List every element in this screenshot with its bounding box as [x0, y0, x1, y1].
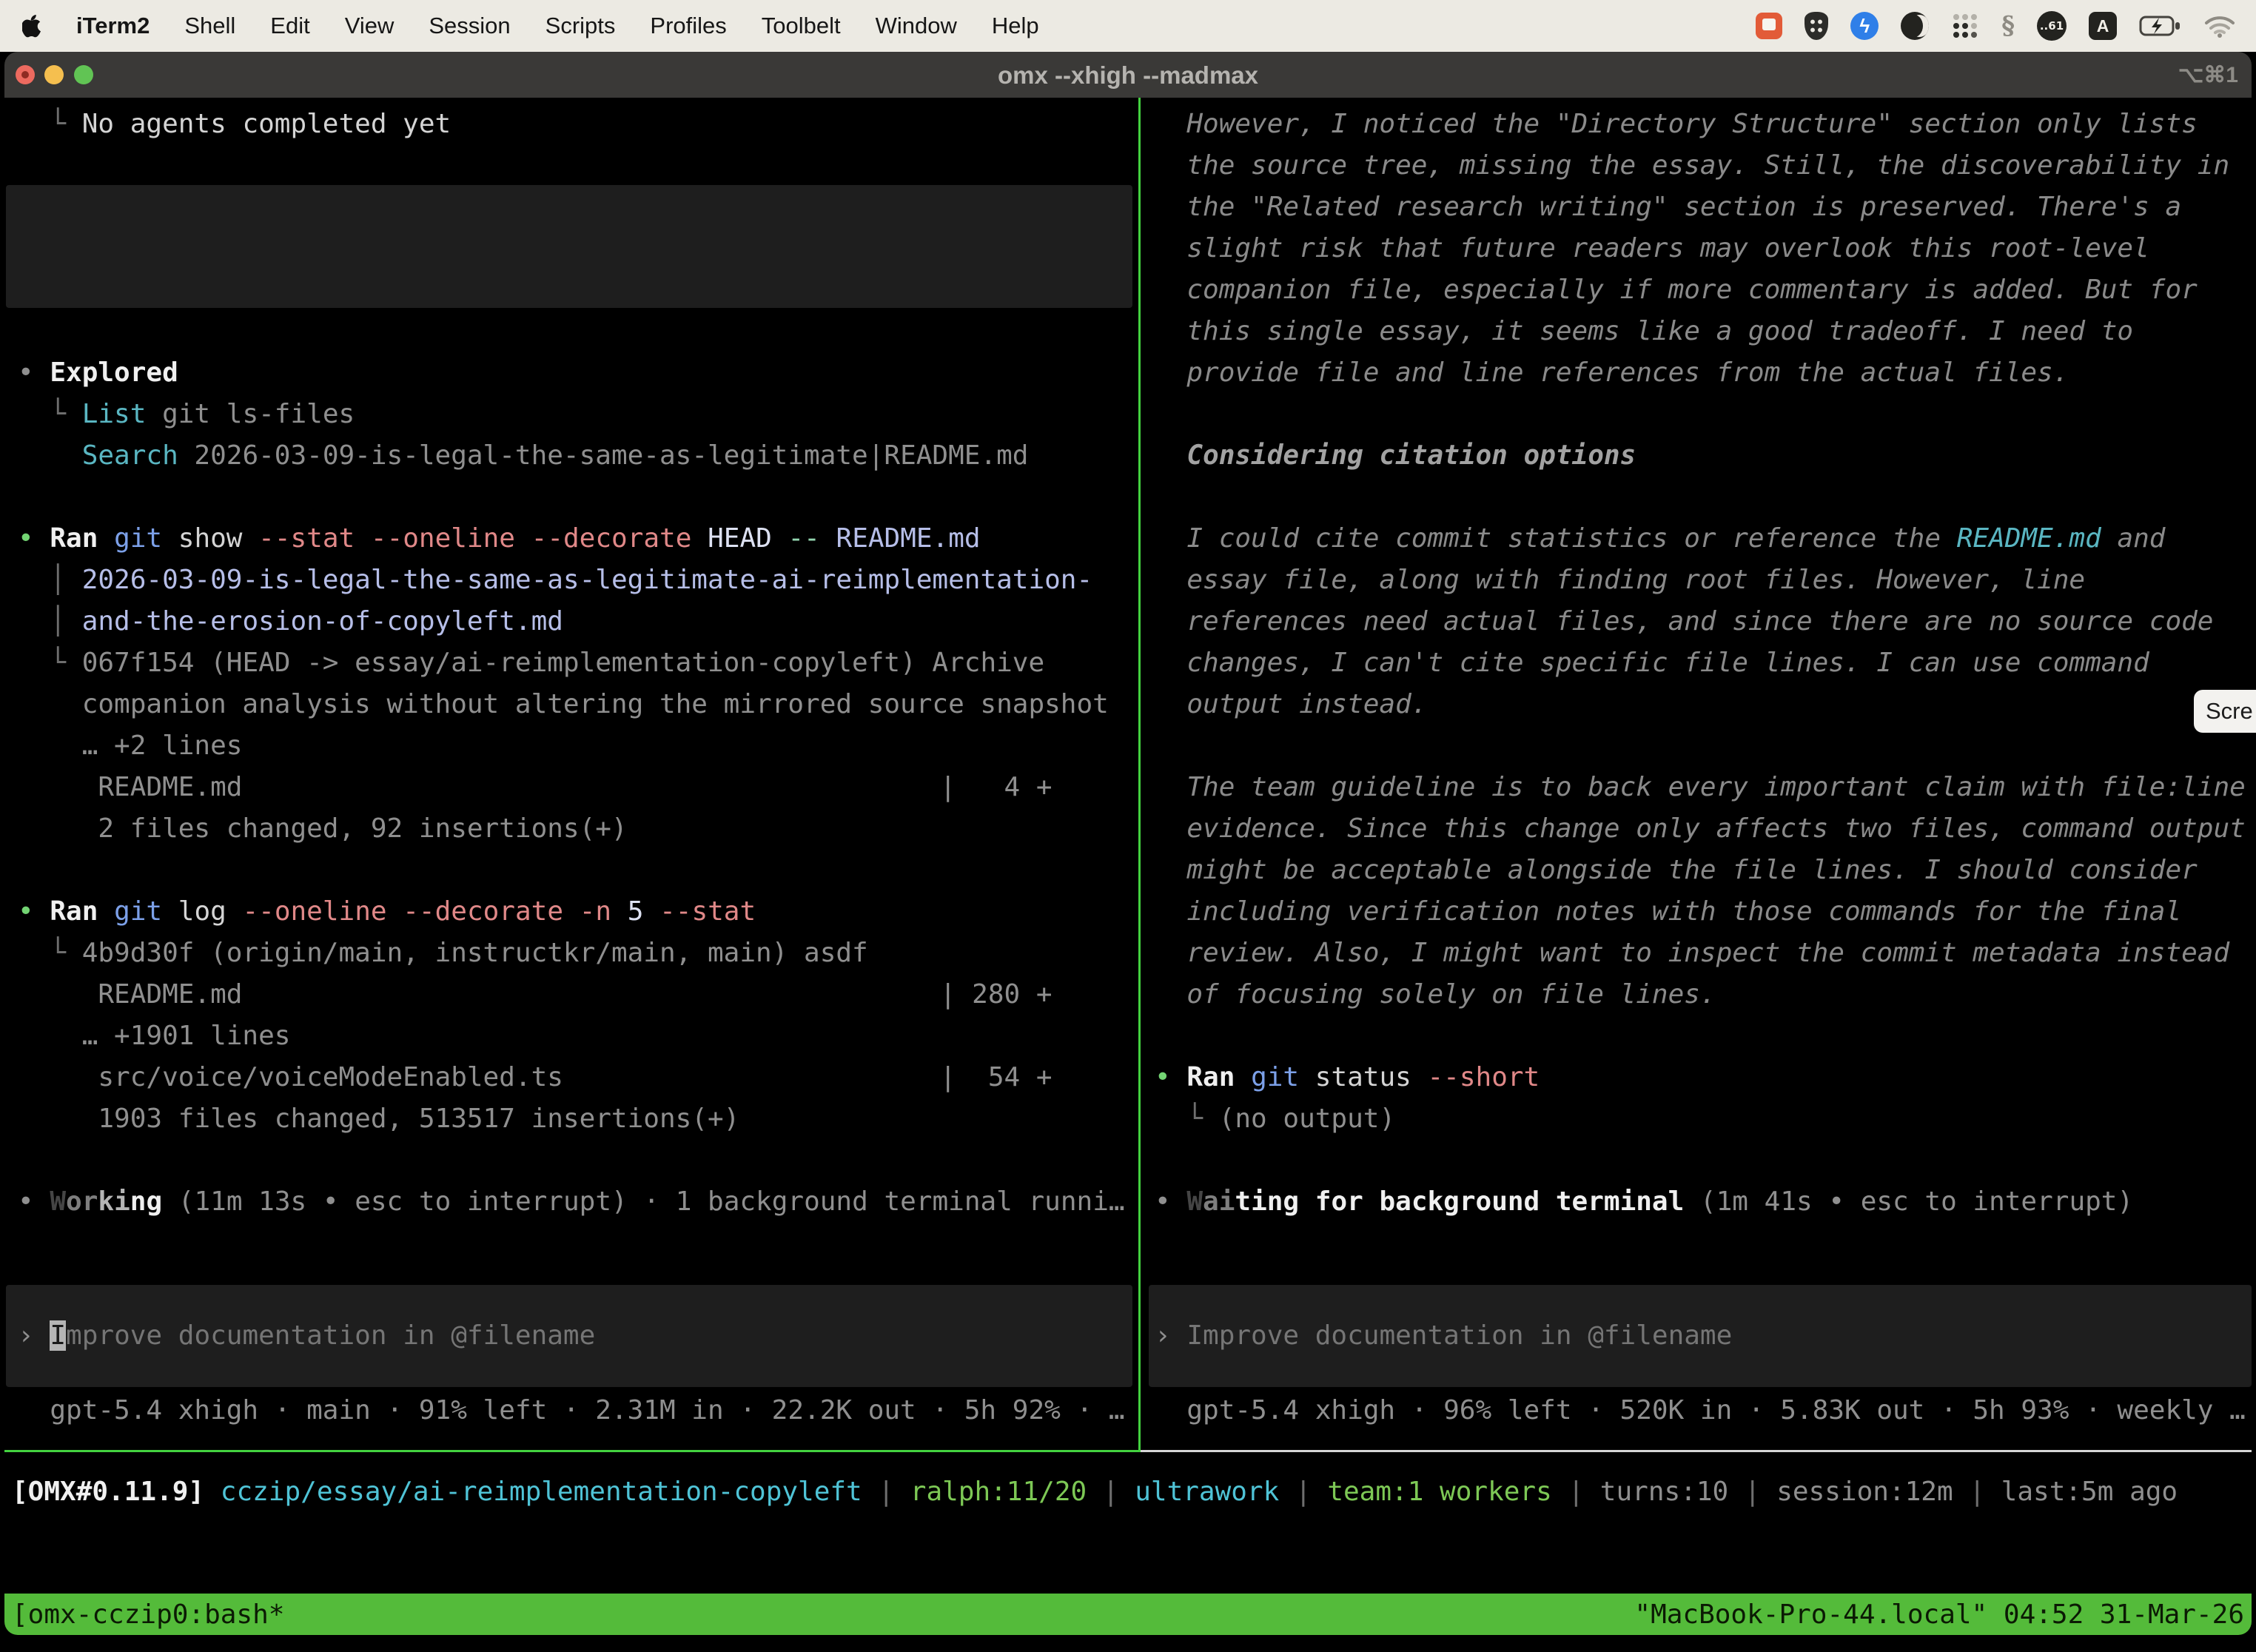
terminal-line: README.md| 4 + [18, 767, 242, 808]
battery-icon[interactable] [2139, 15, 2182, 37]
terminal-line: └ (no output) [1155, 1098, 1395, 1140]
terminal-line: output instead. [1155, 684, 1427, 725]
terminal-line: However, I noticed the "Directory Struct… [1155, 104, 2198, 145]
menu-item-edit[interactable]: Edit [270, 13, 309, 39]
right-pane-border [1141, 1450, 2252, 1452]
terminal-line: companion file, especially if more comme… [1155, 269, 2198, 311]
terminal-line: the "Related research writing" section i… [1155, 187, 2181, 228]
terminal-line: • Ran git log --oneline --decorate -n 5 … [18, 891, 756, 933]
terminal-line: this single essay, it seems like a good … [1155, 311, 2133, 352]
terminal-line: I could cite commit statistics or refere… [1155, 518, 2165, 560]
menu-bar: iTerm2 Shell Edit View Session Scripts Profile… [0, 0, 2256, 52]
menu-item-view[interactable]: View [345, 13, 395, 39]
terminal-line: • Ran git show --stat --oneline --decora… [18, 518, 981, 560]
menu-item-toolbelt[interactable]: Toolbelt [762, 13, 841, 39]
terminal-line: … +2 lines [18, 725, 242, 767]
terminal-line: companion analysis without altering the … [18, 684, 1109, 725]
moon-app-icon[interactable] [1901, 12, 1929, 40]
left-input-line[interactable]: › Improve documentation in @filename [18, 1315, 595, 1357]
terminal-line: │ 2026-03-09-is-legal-the-same-as-legiti… [18, 560, 1092, 601]
left-pane-border [4, 1450, 1141, 1452]
right-input-line[interactable]: › Improve documentation in @filename [1155, 1315, 1732, 1357]
terminal-line: review. Also, I might want to inspect th… [1155, 933, 2229, 974]
terminal-line: • Explored [18, 352, 178, 394]
terminal-line: • Working (11m 13s • esc to interrupt) ·… [18, 1181, 1125, 1223]
terminal-line: might be acceptable alongside the file l… [1155, 850, 2198, 891]
window-shortcut: ⌥⌘1 [2178, 52, 2238, 98]
menu-status-icons: ϟ § ..61 A [1756, 11, 2256, 41]
menu-item-profiles[interactable]: Profiles [650, 13, 726, 39]
terminal-line: provide file and line references from th… [1155, 352, 2069, 394]
wifi-icon[interactable] [2204, 14, 2235, 38]
input-source-icon[interactable]: A [2089, 12, 2117, 40]
apple-menu-icon[interactable] [22, 14, 41, 38]
terminal-line: … +1901 lines [18, 1015, 290, 1057]
tmux-status-bar: [omx-cczip0:bash* "MacBook-Pro-44.local"… [4, 1594, 2252, 1635]
terminal-line: slight risk that future readers may over… [1155, 228, 2149, 269]
menu-item-shell[interactable]: Shell [184, 13, 235, 39]
terminal-line: • Ran git status --short [1155, 1057, 1540, 1098]
terminal-line: 2 files changed, 92 insertions(+) [18, 808, 628, 850]
pane-divider[interactable] [1138, 98, 1141, 1450]
chat-app-icon[interactable] [1756, 13, 1782, 39]
grid-menu-icon[interactable] [1951, 12, 1979, 40]
menu-item-iterm2[interactable]: iTerm2 [76, 13, 150, 39]
window-title: omx --xhigh --madmax [4, 52, 2252, 98]
injected-message-box [6, 185, 1132, 308]
left-status-line: gpt-5.4 xhigh · main · 91% left · 2.31M … [18, 1390, 1125, 1431]
terminal-line: README.md| 280 + [18, 974, 242, 1015]
terminal-line: essay file, along with finding root file… [1155, 560, 2085, 601]
menu-item-scripts[interactable]: Scripts [545, 13, 616, 39]
terminal-line: └ 4b9d30f (origin/main, instructkr/main,… [18, 933, 868, 974]
terminal-area[interactable]: └ No agents completed yet› Ralph loop ac… [4, 98, 2252, 1635]
terminal-line: changes, I can't cite specific file line… [1155, 642, 2149, 684]
terminal-line: src/voice/voiceModeEnabled.ts| 54 + [18, 1057, 563, 1098]
terminal-line: 1903 files changed, 513517 insertions(+) [18, 1098, 739, 1140]
hook-icon[interactable]: § [2001, 11, 2015, 41]
terminal-line: The team guideline is to back every impo… [1155, 767, 2246, 808]
terminal-line: including verification notes with those … [1155, 891, 2181, 933]
iterm-window: omx --xhigh --madmax ⌥⌘1 └ No agents com… [4, 52, 2252, 1635]
percent-badge-icon[interactable]: ..61 [2037, 11, 2067, 41]
menu-item-session[interactable]: Session [429, 13, 510, 39]
terminal-line: └ List git ls-files [18, 394, 355, 435]
tmux-session-label: [omx-cczip0:bash* [12, 1594, 284, 1635]
menu-item-window[interactable]: Window [876, 13, 957, 39]
terminal-line: the source tree, missing the essay. Stil… [1155, 145, 2229, 187]
window-title-bar[interactable]: omx --xhigh --madmax ⌥⌘1 [4, 52, 2252, 98]
right-status-line: gpt-5.4 xhigh · 96% left · 520K in · 5.8… [1155, 1390, 2246, 1431]
terminal-line: Search 2026-03-09-is-legal-the-same-as-l… [18, 435, 1028, 477]
terminal-line: of focusing solely on file lines. [1155, 974, 1716, 1015]
omx-status-line: [OMX#0.11.9] cczip/essay/ai-reimplementa… [12, 1471, 2178, 1513]
terminal-line: │ and-the-erosion-of-copyleft.md [18, 601, 563, 642]
terminal-line: evidence. Since this change only affects… [1155, 808, 2246, 850]
shield-app-icon[interactable] [1805, 12, 1828, 40]
menu-item-help[interactable]: Help [992, 13, 1039, 39]
terminal-line: Considering citation options [1155, 435, 1636, 477]
sync-app-icon[interactable]: ϟ [1850, 12, 1879, 40]
terminal-line: └ 067f154 (HEAD -> essay/ai-reimplementa… [18, 642, 1044, 684]
screen-tooltip[interactable]: Scre [2194, 690, 2256, 733]
terminal-line: references need actual files, and since … [1155, 601, 2213, 642]
terminal-line: └ No agents completed yet [18, 104, 451, 145]
menu-items: iTerm2 Shell Edit View Session Scripts Profile… [41, 13, 1039, 39]
tmux-host-clock: "MacBook-Pro-44.local" 04:52 31-Mar-26 [1634, 1594, 2244, 1635]
terminal-line: • Waiting for background terminal (1m 41… [1155, 1181, 2133, 1223]
